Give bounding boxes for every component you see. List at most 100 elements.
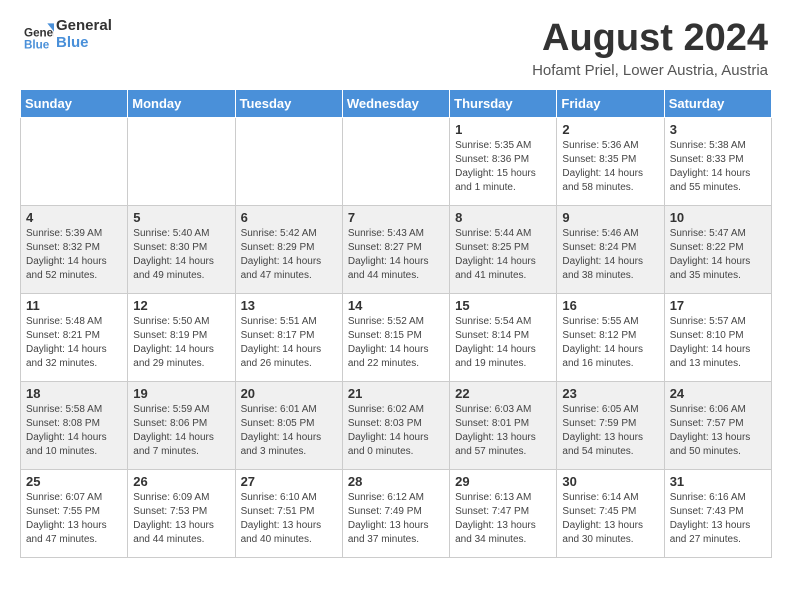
day-info: Sunrise: 5:55 AM Sunset: 8:12 PM Dayligh… [562,315,658,371]
day-info: Sunrise: 5:51 AM Sunset: 8:17 PM Dayligh… [241,315,337,371]
table-cell: 15 Sunrise: 5:54 AM Sunset: 8:14 PM Dayli… [450,293,557,381]
day-info: Sunrise: 5:50 AM Sunset: 8:19 PM Dayligh… [133,315,229,371]
day-number: 31 [670,474,766,489]
day-number: 28 [348,474,444,489]
col-thursday: Thursday [450,89,557,117]
table-cell: 7 Sunrise: 5:43 AM Sunset: 8:27 PM Daylig… [342,205,449,293]
table-cell: 12 Sunrise: 5:50 AM Sunset: 8:19 PM Dayli… [128,293,235,381]
day-info: Sunrise: 6:03 AM Sunset: 8:01 PM Dayligh… [455,403,551,459]
table-cell [128,117,235,205]
table-cell: 20 Sunrise: 6:01 AM Sunset: 8:05 PM Dayli… [235,381,342,469]
table-cell: 25 Sunrise: 6:07 AM Sunset: 7:55 PM Dayli… [21,469,128,557]
day-number: 9 [562,210,658,225]
day-number: 16 [562,298,658,313]
table-cell: 8 Sunrise: 5:44 AM Sunset: 8:25 PM Daylig… [450,205,557,293]
col-monday: Monday [128,89,235,117]
day-info: Sunrise: 5:39 AM Sunset: 8:32 PM Dayligh… [26,227,122,283]
table-cell [342,117,449,205]
day-info: Sunrise: 6:13 AM Sunset: 7:47 PM Dayligh… [455,491,551,547]
day-number: 1 [455,122,551,137]
day-info: Sunrise: 5:35 AM Sunset: 8:36 PM Dayligh… [455,139,551,195]
day-info: Sunrise: 5:54 AM Sunset: 8:14 PM Dayligh… [455,315,551,371]
day-number: 10 [670,210,766,225]
table-cell: 23Sunrise: 6:05 AM Sunset: 7:59 PM Dayli… [557,381,664,469]
table-cell: 3Sunrise: 5:38 AM Sunset: 8:33 PM Daylig… [664,117,771,205]
col-friday: Friday [557,89,664,117]
day-number: 4 [26,210,122,225]
logo: General Blue General Blue [24,18,112,51]
day-number: 14 [348,298,444,313]
table-cell: 22 Sunrise: 6:03 AM Sunset: 8:01 PM Dayli… [450,381,557,469]
table-cell [21,117,128,205]
day-number: 3 [670,122,766,137]
day-number: 20 [241,386,337,401]
day-number: 13 [241,298,337,313]
day-info: Sunrise: 5:36 AM Sunset: 8:35 PM Dayligh… [562,139,658,195]
table-cell: 10 Sunrise: 5:47 AM Sunset: 8:22 PM Dayli… [664,205,771,293]
table-cell: 17 Sunrise: 5:57 AM Sunset: 8:10 PM Dayli… [664,293,771,381]
day-info: Sunrise: 5:44 AM Sunset: 8:25 PM Dayligh… [455,227,551,283]
table-cell: 16 Sunrise: 5:55 AM Sunset: 8:12 PM Dayli… [557,293,664,381]
table-cell: 11 Sunrise: 5:48 AM Sunset: 8:21 PM Dayli… [21,293,128,381]
table-cell: 5 Sunrise: 5:40 AM Sunset: 8:30 PM Daylig… [128,205,235,293]
day-info: Sunrise: 6:06 AM Sunset: 7:57 PM Dayligh… [670,403,766,459]
table-cell: 29 Sunrise: 6:13 AM Sunset: 7:47 PM Dayli… [450,469,557,557]
day-info: Sunrise: 5:57 AM Sunset: 8:10 PM Dayligh… [670,315,766,371]
table-cell: 28Sunrise: 6:12 AM Sunset: 7:49 PM Dayli… [342,469,449,557]
col-sunday: Sunday [21,89,128,117]
day-info: Sunrise: 5:43 AM Sunset: 8:27 PM Dayligh… [348,227,444,283]
table-cell: 9 Sunrise: 5:46 AM Sunset: 8:24 PM Daylig… [557,205,664,293]
day-info: Sunrise: 5:46 AM Sunset: 8:24 PM Dayligh… [562,227,658,283]
day-number: 19 [133,386,229,401]
day-number: 22 [455,386,551,401]
day-number: 17 [670,298,766,313]
day-number: 15 [455,298,551,313]
logo-icon: General Blue [24,20,54,50]
day-info: Sunrise: 5:40 AM Sunset: 8:30 PM Dayligh… [133,227,229,283]
day-number: 18 [26,386,122,401]
day-number: 5 [133,210,229,225]
day-info: Sunrise: 6:01 AM Sunset: 8:05 PM Dayligh… [241,403,337,459]
table-cell: 24 Sunrise: 6:06 AM Sunset: 7:57 PM Dayli… [664,381,771,469]
day-number: 7 [348,210,444,225]
day-number: 21 [348,386,444,401]
day-number: 8 [455,210,551,225]
table-cell: 27Sunrise: 6:10 AM Sunset: 7:51 PM Dayli… [235,469,342,557]
table-cell: 2 Sunrise: 5:36 AM Sunset: 8:35 PM Daylig… [557,117,664,205]
day-info: Sunrise: 5:58 AM Sunset: 8:08 PM Dayligh… [26,403,122,459]
calendar-title: August 2024 [532,18,768,60]
table-cell: 19 Sunrise: 5:59 AM Sunset: 8:06 PM Dayli… [128,381,235,469]
day-number: 29 [455,474,551,489]
logo-text-blue: Blue [56,35,112,52]
calendar-subtitle: Hofamt Priel, Lower Austria, Austria [532,62,768,79]
table-cell: 31 Sunrise: 6:16 AM Sunset: 7:43 PM Dayli… [664,469,771,557]
day-info: Sunrise: 6:05 AM Sunset: 7:59 PM Dayligh… [562,403,658,459]
table-cell: 4 Sunrise: 5:39 AM Sunset: 8:32 PM Daylig… [21,205,128,293]
day-info: Sunrise: 6:02 AM Sunset: 8:03 PM Dayligh… [348,403,444,459]
col-wednesday: Wednesday [342,89,449,117]
day-info: Sunrise: 6:16 AM Sunset: 7:43 PM Dayligh… [670,491,766,547]
table-cell: 26Sunrise: 6:09 AM Sunset: 7:53 PM Dayli… [128,469,235,557]
day-number: 12 [133,298,229,313]
day-info: Sunrise: 6:07 AM Sunset: 7:55 PM Dayligh… [26,491,122,547]
day-number: 24 [670,386,766,401]
day-info: Sunrise: 6:09 AM Sunset: 7:53 PM Dayligh… [133,491,229,547]
table-cell: 6Sunrise: 5:42 AM Sunset: 8:29 PM Daylig… [235,205,342,293]
calendar-table: Sunday Monday Tuesday Wednesday Thursday… [20,89,772,558]
day-number: 2 [562,122,658,137]
table-cell [235,117,342,205]
day-info: Sunrise: 6:10 AM Sunset: 7:51 PM Dayligh… [241,491,337,547]
day-number: 6 [241,210,337,225]
day-number: 25 [26,474,122,489]
calendar-body: 1 Sunrise: 5:35 AM Sunset: 8:36 PM Daylig… [21,117,772,557]
table-cell: 18 Sunrise: 5:58 AM Sunset: 8:08 PM Dayli… [21,381,128,469]
day-info: Sunrise: 5:59 AM Sunset: 8:06 PM Dayligh… [133,403,229,459]
calendar-header: Sunday Monday Tuesday Wednesday Thursday… [21,89,772,117]
col-saturday: Saturday [664,89,771,117]
table-cell: 30Sunrise: 6:14 AM Sunset: 7:45 PM Dayli… [557,469,664,557]
day-number: 11 [26,298,122,313]
logo-text-general: General [56,18,112,35]
day-info: Sunrise: 5:52 AM Sunset: 8:15 PM Dayligh… [348,315,444,371]
day-info: Sunrise: 5:47 AM Sunset: 8:22 PM Dayligh… [670,227,766,283]
day-info: Sunrise: 5:48 AM Sunset: 8:21 PM Dayligh… [26,315,122,371]
